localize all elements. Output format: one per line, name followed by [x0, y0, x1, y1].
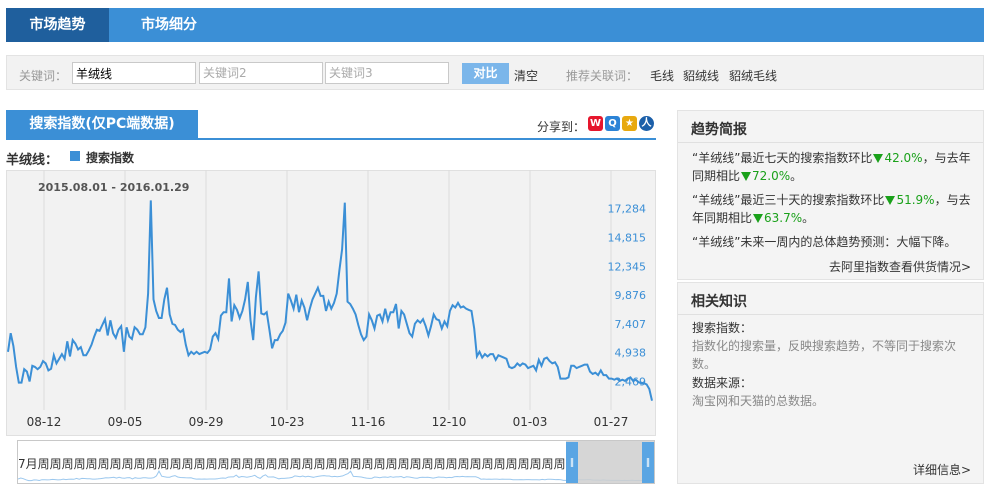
section-divider [6, 138, 656, 140]
down-arrow-icon [885, 196, 896, 205]
tab-market-segment[interactable]: 市场细分 [109, 8, 229, 42]
recommend-link-mink-wool[interactable]: 貂绒毛线 [729, 67, 777, 84]
recommend-link-wool[interactable]: 毛线 [650, 67, 674, 84]
top-nav: 市场趋势 市场细分 [6, 8, 984, 42]
trend-7days-yoy: 72.0% [752, 169, 791, 183]
share-label: 分享到： [537, 120, 586, 134]
knowledge-q2: 数据来源： [692, 376, 753, 390]
weibo-icon[interactable]: W [588, 116, 603, 131]
tencent-weibo-icon[interactable]: ★ [622, 116, 637, 131]
x-tick-label: 12-10 [432, 415, 467, 429]
down-arrow-icon [873, 154, 884, 163]
x-tick-label: 10-23 [270, 415, 305, 429]
legend-label: 搜索指数 [86, 151, 135, 165]
x-tick-label: 08-12 [27, 415, 62, 429]
range-slider[interactable]: 7月周周周周周周周周周周周周周周周周周周周周周周周周周周周周周周周周周周周周周周… [17, 440, 655, 484]
clear-button[interactable]: 清空 [514, 67, 538, 84]
keyword-3-input[interactable] [325, 62, 449, 84]
keyword-bar: 关键词： 对比 清空 推荐关联词： 毛线 貂绒线 貂绒毛线 [6, 55, 984, 90]
range-right-handle[interactable]: ‖ [642, 442, 654, 483]
x-tick-label: 01-27 [594, 415, 629, 429]
trend-30days-yoy: 63.7% [764, 211, 803, 225]
trend-panel: 趋势简报 “羊绒线”最近七天的搜索指数环比 42.0%，与去年同期相比 72.0%。… [677, 110, 984, 280]
y-tick-label: 12,345 [608, 260, 647, 273]
range-selection[interactable] [566, 441, 654, 483]
series-line [7, 200, 653, 401]
trend-forecast: “羊绒线”未来一周内的总体趋势预测：大幅下降。 [692, 235, 957, 249]
keyword-1-input[interactable] [72, 62, 196, 84]
trend-30days-value: 51.9% [896, 193, 935, 207]
y-tick-label: 9,876 [615, 289, 647, 302]
down-arrow-icon [753, 214, 764, 223]
compare-button[interactable]: 对比 [462, 63, 509, 84]
y-tick-label: 14,815 [608, 231, 647, 244]
trend-7days-value: 42.0% [884, 151, 923, 165]
x-tick-label: 09-29 [189, 415, 224, 429]
renren-icon[interactable]: 人 [639, 116, 654, 131]
x-tick-label: 01-03 [513, 415, 548, 429]
chart-keyword: 羊绒线： [6, 153, 59, 168]
trend-30days-text: “羊绒线”最近三十天的搜索指数环比 [692, 193, 885, 207]
down-arrow-icon [741, 172, 752, 181]
range-minichart [18, 470, 654, 482]
x-tick-label: 09-05 [108, 415, 143, 429]
date-range-label: 2015.08.01 - 2016.01.29 [38, 181, 189, 194]
trend-line-30days: “羊绒线”最近三十天的搜索指数环比 51.9%，与去年同期相比 63.7%。 [692, 193, 971, 225]
tab-market-trend[interactable]: 市场趋势 [6, 8, 109, 42]
knowledge-panel-title: 相关知识 [678, 283, 983, 315]
trend-line-7days: “羊绒线”最近七天的搜索指数环比 42.0%，与去年同期相比 72.0%。 [692, 151, 971, 183]
x-tick-label: 11-16 [351, 415, 386, 429]
keyword-label: 关键词： [19, 69, 68, 83]
recommend-link-mink-yarn[interactable]: 貂绒线 [683, 67, 719, 84]
knowledge-a1: 指数化的搜索量，反映搜索趋势，不等同于搜索次数。 [692, 339, 957, 371]
detail-link[interactable]: 详细信息> [913, 461, 971, 478]
y-tick-label: 4,938 [615, 347, 647, 360]
y-tick-label: 17,284 [608, 203, 647, 216]
qzone-icon[interactable]: Q [605, 116, 620, 131]
search-index-tab[interactable]: 搜索指数(仅PC端数据) [6, 110, 198, 139]
keyword-2-input[interactable] [199, 62, 323, 84]
legend-swatch [70, 151, 80, 161]
recommend-label: 推荐关联词： [566, 69, 639, 83]
knowledge-panel: 相关知识 搜索指数： 指数化的搜索量，反映搜索趋势，不等同于搜索次数。 数据来源… [677, 282, 984, 484]
trend-7days-text: “羊绒线”最近七天的搜索指数环比 [692, 151, 873, 165]
knowledge-a2: 淘宝网和天猫的总数据。 [692, 394, 825, 408]
trend-panel-title: 趋势简报 [678, 111, 983, 143]
knowledge-q1: 搜索指数： [692, 321, 753, 335]
ali-index-link[interactable]: 去阿里指数查看供货情况> [829, 258, 971, 275]
y-tick-label: 7,407 [615, 318, 647, 331]
search-index-chart: 2,4694,9387,4079,87612,34514,81517,284 0… [7, 170, 653, 429]
range-left-handle[interactable]: ‖ [566, 442, 578, 483]
